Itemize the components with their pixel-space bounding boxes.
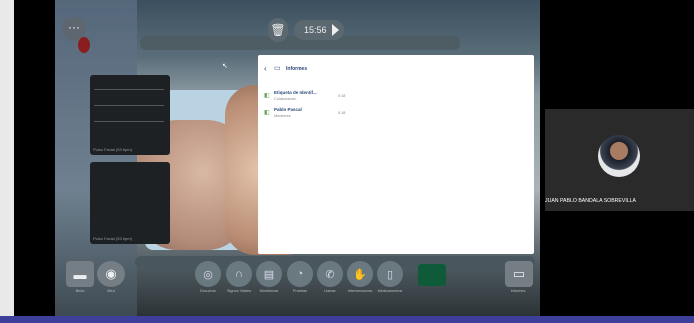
green-object — [418, 264, 446, 286]
dock-label: Informes — [510, 289, 526, 293]
tests-button[interactable]: ◔ — [287, 261, 313, 287]
list-item[interactable]: ◧ Etiqueta de Identif... Colaboración 0:… — [264, 90, 364, 104]
item-title: Pablo Pascal — [274, 107, 302, 112]
interventions-button[interactable]: ✋ — [347, 261, 373, 287]
eye-icon: ◉ — [105, 266, 117, 281]
document-icon: ◧ — [264, 93, 270, 99]
dock-label: Mira — [107, 289, 115, 293]
participant-avatar — [598, 135, 640, 177]
mouse-cursor-icon: ↖ — [222, 63, 228, 70]
call-button[interactable]: ✆ — [317, 261, 343, 287]
participant-name: JUAN PABLO BANDALA SOBREVILLA — [545, 198, 637, 204]
reports-dialog: ‹ ▭ Informes ◧ Etiqueta de Identif... Co… — [258, 55, 534, 254]
left-gap — [14, 0, 55, 316]
item-time: 0:18 — [338, 94, 346, 98]
bed-icon: ▬ — [73, 266, 87, 282]
taskbar-strip — [0, 316, 694, 323]
reports-button[interactable]: ▭ — [505, 261, 533, 287]
vital-monitor-panel[interactable]: Pulso Facial (53 bpm) — [90, 75, 170, 155]
stethoscope-icon: ∩ — [235, 268, 243, 280]
list-item[interactable]: ◧ Pablo Pascal Monitores 0:18 — [264, 107, 364, 121]
hand-icon: ✋ — [353, 268, 367, 281]
monitor-button[interactable]: ▤ — [256, 261, 282, 287]
look-button[interactable]: ◉ — [97, 261, 125, 287]
bed-button[interactable]: ▬ — [66, 261, 94, 287]
phone-icon: ✆ — [325, 268, 335, 281]
dock-label: Medicamentos — [377, 289, 403, 293]
trash-button[interactable]: 🗑 — [268, 18, 288, 42]
item-subtitle: Colaboración — [274, 97, 297, 101]
document-icon: ◧ — [264, 110, 270, 116]
dialog-title: Informes — [286, 66, 308, 72]
back-chevron-icon[interactable]: ‹ — [264, 64, 267, 73]
vitals-button[interactable]: ∩ — [226, 261, 252, 287]
item-time: 0:18 — [338, 111, 346, 115]
timer-value: 15:56 — [304, 25, 327, 35]
panel-label: Pulso Facial (53 bpm) — [93, 236, 132, 241]
panel-label: Pulso Facial (53 bpm) — [93, 147, 132, 152]
gauge-icon: ◔ — [296, 268, 304, 280]
left-window-edge — [0, 0, 14, 316]
drug-icon: ▯ — [386, 268, 394, 281]
monitor-icon: ▤ — [263, 268, 275, 281]
red-marker-icon — [78, 37, 90, 53]
drugs-button[interactable]: ▯ — [377, 261, 403, 287]
pulse-panel[interactable]: Pulso Facial (53 bpm) — [90, 162, 170, 244]
item-subtitle: Monitores — [274, 114, 291, 118]
folder-icon: ▭ — [512, 266, 526, 281]
play-icon[interactable] — [332, 24, 339, 36]
trash-icon: 🗑 — [270, 23, 286, 37]
item-title: Etiqueta de Identif... — [274, 90, 317, 95]
stethoscope-ring-icon: ◎ — [203, 268, 213, 281]
folder-icon: ▭ — [274, 65, 281, 72]
listen-button[interactable]: ◎ — [195, 261, 221, 287]
